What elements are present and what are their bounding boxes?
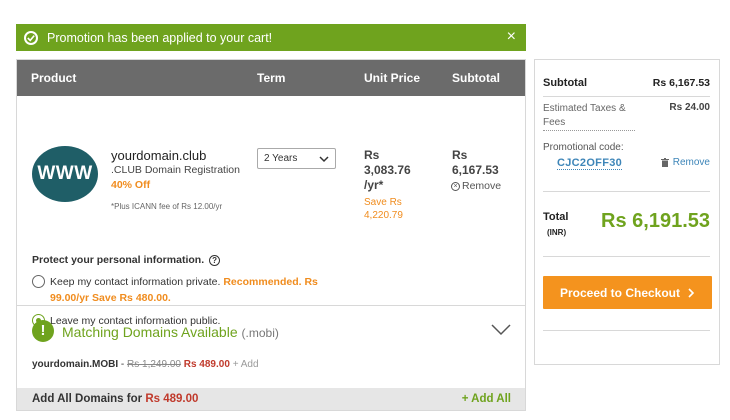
matching-domains-section: ! Matching Domains Available (.mobi) you… (17, 305, 525, 410)
summary-subtotal-label: Subtotal (543, 77, 587, 89)
table-header: Product Term Unit Price Subtotal (17, 60, 525, 96)
privacy-heading-text: Protect your personal information. (32, 254, 205, 266)
summary-taxes: Estimated Taxes & Fees Rs 24.00 (543, 102, 710, 131)
promo-code[interactable]: CJC2OFF30 (557, 157, 623, 170)
add-all-bar: Add All Domains for Rs 489.00 + Add All (17, 388, 525, 410)
order-summary: Subtotal Rs 6,167.53 Estimated Taxes & F… (534, 59, 720, 365)
discount-label: 40% Off (111, 179, 151, 191)
help-icon[interactable]: ? (209, 254, 221, 266)
matching-title: Matching Domains Available (.mobi) (62, 324, 279, 340)
item-subtotal-currency: Rs (452, 148, 468, 162)
icann-note: *Plus ICANN fee of Rs 12.00/yr (111, 202, 223, 211)
option-private-label: Keep my contact information private. (50, 276, 221, 288)
matching-title-text: Matching Domains Available (62, 324, 238, 340)
header-product: Product (31, 71, 77, 85)
remove-label: Remove (462, 180, 502, 192)
exclamation-icon: ! (32, 320, 54, 342)
suggestion-separator: - (120, 359, 125, 370)
header-unit-price: Unit Price (364, 71, 421, 85)
suggested-old-price: Rs 1,249.00 (127, 359, 181, 370)
domain-description: .CLUB Domain Registration (111, 164, 240, 176)
close-icon[interactable]: × (507, 28, 516, 46)
header-subtotal: Subtotal (452, 71, 500, 85)
divider (543, 96, 710, 97)
suggested-new-price: Rs 489.00 (183, 359, 230, 370)
term-select[interactable]: 2 Years (257, 148, 336, 169)
remove-item-button[interactable]: × Remove (451, 180, 501, 192)
cart-item: WWW yourdomain.club .CLUB Domain Registr… (17, 96, 525, 327)
taxes-label[interactable]: Estimated Taxes & Fees (543, 102, 635, 131)
summary-subtotal-value: Rs 6,167.53 (652, 77, 710, 89)
divider (543, 330, 710, 331)
domain-name: yourdomain.club (111, 148, 207, 163)
summary-total-value: Rs 6,191.53 (601, 210, 710, 232)
radio-private[interactable] (32, 275, 45, 288)
check-circle-icon (24, 30, 38, 45)
taxes-value: Rs 24.00 (669, 102, 710, 113)
promotion-banner: Promotion has been applied to your cart!… (16, 24, 526, 51)
item-subtotal-amount: 6,167.53 (452, 163, 499, 177)
unit-price-currency: Rs (364, 148, 380, 162)
savings-label: Save Rs (364, 197, 402, 208)
chevron-down-icon (319, 156, 329, 163)
unit-price-period: /yr* (364, 178, 384, 192)
savings-amount: 4,220.79 (364, 210, 403, 221)
privacy-heading: Protect your personal information. ? (32, 254, 221, 266)
chevron-right-icon (688, 287, 695, 298)
trash-icon (660, 158, 669, 167)
proceed-to-checkout-button[interactable]: Proceed to Checkout (543, 276, 712, 309)
item-subtotal: Rs 6,167.53 (452, 148, 512, 178)
privacy-option-private[interactable]: Keep my contact information private. Rec… (32, 274, 332, 306)
remove-promo-label: Remove (672, 157, 710, 168)
www-logo-icon: WWW (32, 146, 98, 202)
cart-table: Product Term Unit Price Subtotal WWW you… (16, 59, 526, 411)
chevron-down-icon[interactable] (491, 324, 511, 336)
divider (543, 191, 710, 192)
close-circle-icon: × (451, 181, 460, 191)
header-term: Term (257, 71, 286, 85)
unit-price-amount: 3,083.76 (364, 163, 411, 177)
checkout-label: Proceed to Checkout (559, 285, 681, 300)
banner-message: Promotion has been applied to your cart! (47, 30, 273, 45)
unit-price: Rs 3,083.76 /yr* (364, 148, 424, 193)
suggested-domain: yourdomain.MOBI (32, 359, 119, 370)
summary-subtotal: Subtotal Rs 6,167.53 (543, 77, 710, 89)
remove-promo-button[interactable]: Remove (660, 157, 710, 168)
promo-label: Promotional code: (543, 142, 624, 153)
matching-tld: (.mobi) (241, 326, 279, 340)
unit-savings: Save Rs 4,220.79 (364, 196, 424, 222)
term-value: 2 Years (264, 153, 298, 164)
promo-code-row: CJC2OFF30 Remove (543, 157, 710, 173)
suggested-domain-row: yourdomain.MOBI - Rs 1,249.00 Rs 489.00 … (32, 359, 259, 370)
add-all-button[interactable]: + Add All (462, 393, 511, 405)
add-all-price: Rs 489.00 (145, 393, 199, 405)
divider (543, 256, 710, 257)
add-all-label: Add All Domains for Rs 489.00 (32, 393, 198, 405)
add-all-label-text: Add All Domains for (32, 393, 143, 405)
add-suggestion-button[interactable]: + Add (233, 359, 259, 370)
